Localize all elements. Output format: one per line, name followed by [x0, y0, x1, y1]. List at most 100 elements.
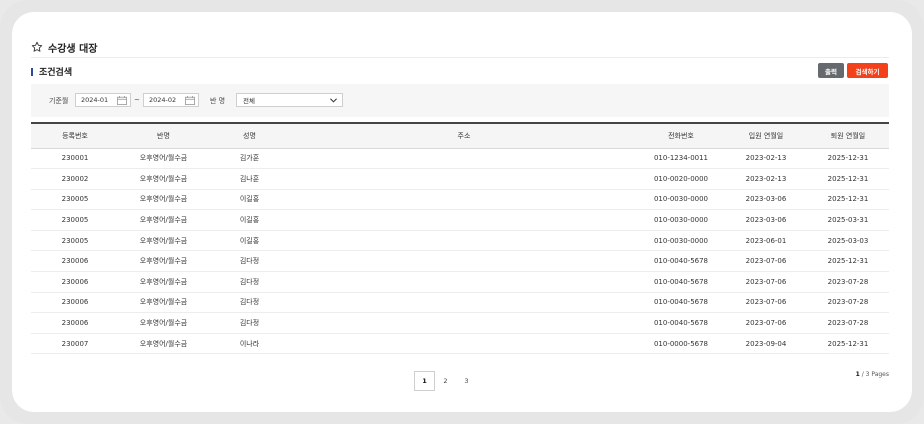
table-cell: 오후영어/월수금	[119, 189, 208, 211]
page-button-2[interactable]: 2	[435, 371, 456, 391]
section-marker	[31, 67, 33, 76]
table-cell: 김가훈	[208, 148, 291, 170]
table-cell: 김나훈	[208, 168, 291, 190]
table-cell: 이길홍	[208, 230, 291, 252]
table-cell	[291, 209, 637, 231]
table-cell: 230005	[31, 189, 119, 211]
table-cell	[291, 333, 637, 355]
date-label: 기준월	[49, 97, 69, 105]
table-row[interactable]: 230006 오후영어/월수금 김다정 010-0040-5678 2023-07-06…	[31, 271, 889, 293]
table-cell: 010-0030-0000	[637, 230, 725, 252]
table-cell: 이길홍	[208, 209, 291, 231]
table-cell: 010-1234-0011	[637, 148, 725, 170]
page-title-text: 수강생 대장	[48, 43, 98, 55]
calendar-icon[interactable]	[185, 96, 195, 105]
table-cell	[291, 230, 637, 252]
table-cell: 2023-03-06	[725, 209, 807, 231]
table-cell: 010-0040-5678	[637, 312, 725, 334]
column-header: 반명	[119, 122, 208, 149]
table-cell: 김다정	[208, 292, 291, 314]
page-button-1[interactable]: 1	[414, 371, 435, 391]
column-header: 주소	[291, 122, 637, 149]
table-cell: 오후영어/월수금	[119, 333, 208, 355]
table-row[interactable]: 230006 오후영어/월수금 김다정 010-0040-5678 2023-07-06…	[31, 292, 889, 314]
start-month-input[interactable]: 2024-01	[75, 93, 131, 107]
table-cell: 2025-03-31	[807, 209, 889, 231]
section-title-text: 조건검색	[39, 68, 73, 78]
table-cell: 2025-12-31	[807, 189, 889, 211]
table-cell: 2023-07-06	[725, 312, 807, 334]
table-cell: 010-0030-0000	[637, 209, 725, 231]
table-row[interactable]: 230002 오후영어/월수금 김나훈 010-0020-0000 2023-02-13…	[31, 168, 889, 190]
column-header: 성명	[208, 122, 291, 149]
page-title: 수강생 대장	[31, 40, 98, 55]
table-cell: 오후영어/월수금	[119, 148, 208, 170]
table-cell: 230006	[31, 271, 119, 293]
table-cell: 오후영어/월수금	[119, 271, 208, 293]
table-cell: 230006	[31, 312, 119, 334]
table-cell: 김다정	[208, 271, 291, 293]
column-header: 등록번호	[31, 122, 119, 149]
table-row[interactable]: 230006 오후영어/월수금 김다정 010-0040-5678 2023-07-06…	[31, 312, 889, 334]
table-cell: 오후영어/월수금	[119, 250, 208, 273]
search-button[interactable]: 검색하기	[847, 63, 888, 78]
table-cell: 김다정	[208, 250, 291, 273]
table-cell: 010-0000-5678	[637, 333, 725, 355]
table-cell	[291, 312, 637, 334]
table-cell: 2023-02-13	[725, 148, 807, 170]
table-cell: 2023-07-28	[807, 292, 889, 314]
table-cell: 2023-07-06	[725, 250, 807, 273]
table-row[interactable]: 230005 오후영어/월수금 이길홍 010-0030-0000 2023-03-06…	[31, 189, 889, 211]
column-header: 입원 연월일	[725, 122, 807, 149]
table-cell: 230006	[31, 250, 119, 273]
page-info-total: / 3 Pages	[859, 371, 889, 378]
section-title: 조건검색	[31, 65, 72, 78]
table-cell: 오후영어/월수금	[119, 292, 208, 314]
student-table: 등록번호 반명 성명 주소 전화번호 입원 연월일 퇴원 연월일 230001 오…	[31, 122, 889, 355]
column-header: 퇴원 연월일	[807, 122, 889, 149]
class-label: 반 명	[210, 97, 226, 105]
page-button-3[interactable]: 3	[456, 371, 477, 391]
calendar-icon[interactable]	[117, 96, 127, 105]
table-cell: 김다정	[208, 312, 291, 334]
table-cell: 230006	[31, 292, 119, 314]
table-cell	[291, 271, 637, 293]
table-cell: 010-0020-0000	[637, 168, 725, 190]
chevron-down-icon	[330, 98, 337, 103]
start-month-value: 2024-01	[81, 96, 109, 104]
end-month-input[interactable]: 2024-02	[143, 93, 199, 107]
table-cell: 230005	[31, 209, 119, 231]
table-cell: 230005	[31, 230, 119, 252]
table-row[interactable]: 230005 오후영어/월수금 이길홍 010-0030-0000 2023-06-01…	[31, 230, 889, 252]
table-cell: 010-0040-5678	[637, 292, 725, 314]
table-row[interactable]: 230001 오후영어/월수금 김가훈 010-1234-0011 2023-02-13…	[31, 148, 889, 170]
table-cell: 2025-12-31	[807, 148, 889, 170]
table-header-row: 등록번호 반명 성명 주소 전화번호 입원 연월일 퇴원 연월일	[31, 122, 889, 149]
table-cell	[291, 250, 637, 273]
table-cell: 2025-12-31	[807, 250, 889, 273]
class-select[interactable]: 전체	[236, 93, 343, 107]
table-cell: 2023-09-04	[725, 333, 807, 355]
table-cell: 오후영어/월수금	[119, 312, 208, 334]
title-divider	[31, 57, 889, 58]
table-cell	[291, 189, 637, 211]
table-cell: 2023-07-06	[725, 271, 807, 293]
table-row[interactable]: 230006 오후영어/월수금 김다정 010-0040-5678 2023-07-06…	[31, 250, 889, 273]
table-cell: 2023-03-06	[725, 189, 807, 211]
table-row[interactable]: 230005 오후영어/월수금 이길홍 010-0030-0000 2023-03-06…	[31, 209, 889, 231]
table-cell: 010-0040-5678	[637, 271, 725, 293]
table-cell: 010-0030-0000	[637, 189, 725, 211]
table-cell: 2025-12-31	[807, 168, 889, 190]
table-cell: 2023-07-28	[807, 271, 889, 293]
end-month-value: 2024-02	[149, 96, 177, 104]
table-cell: 230007	[31, 333, 119, 355]
table-cell: 이나라	[208, 333, 291, 355]
table-cell: 2023-07-28	[807, 312, 889, 334]
pagination: 1 2 3	[414, 371, 477, 391]
table-cell: 2023-02-13	[725, 168, 807, 190]
table-cell: 230001	[31, 148, 119, 170]
print-button[interactable]: 출력	[818, 63, 844, 78]
column-header: 전화번호	[637, 122, 725, 149]
table-row[interactable]: 230007 오후영어/월수금 이나라 010-0000-5678 2023-09-04…	[31, 333, 889, 355]
table-cell: 2023-07-06	[725, 292, 807, 314]
